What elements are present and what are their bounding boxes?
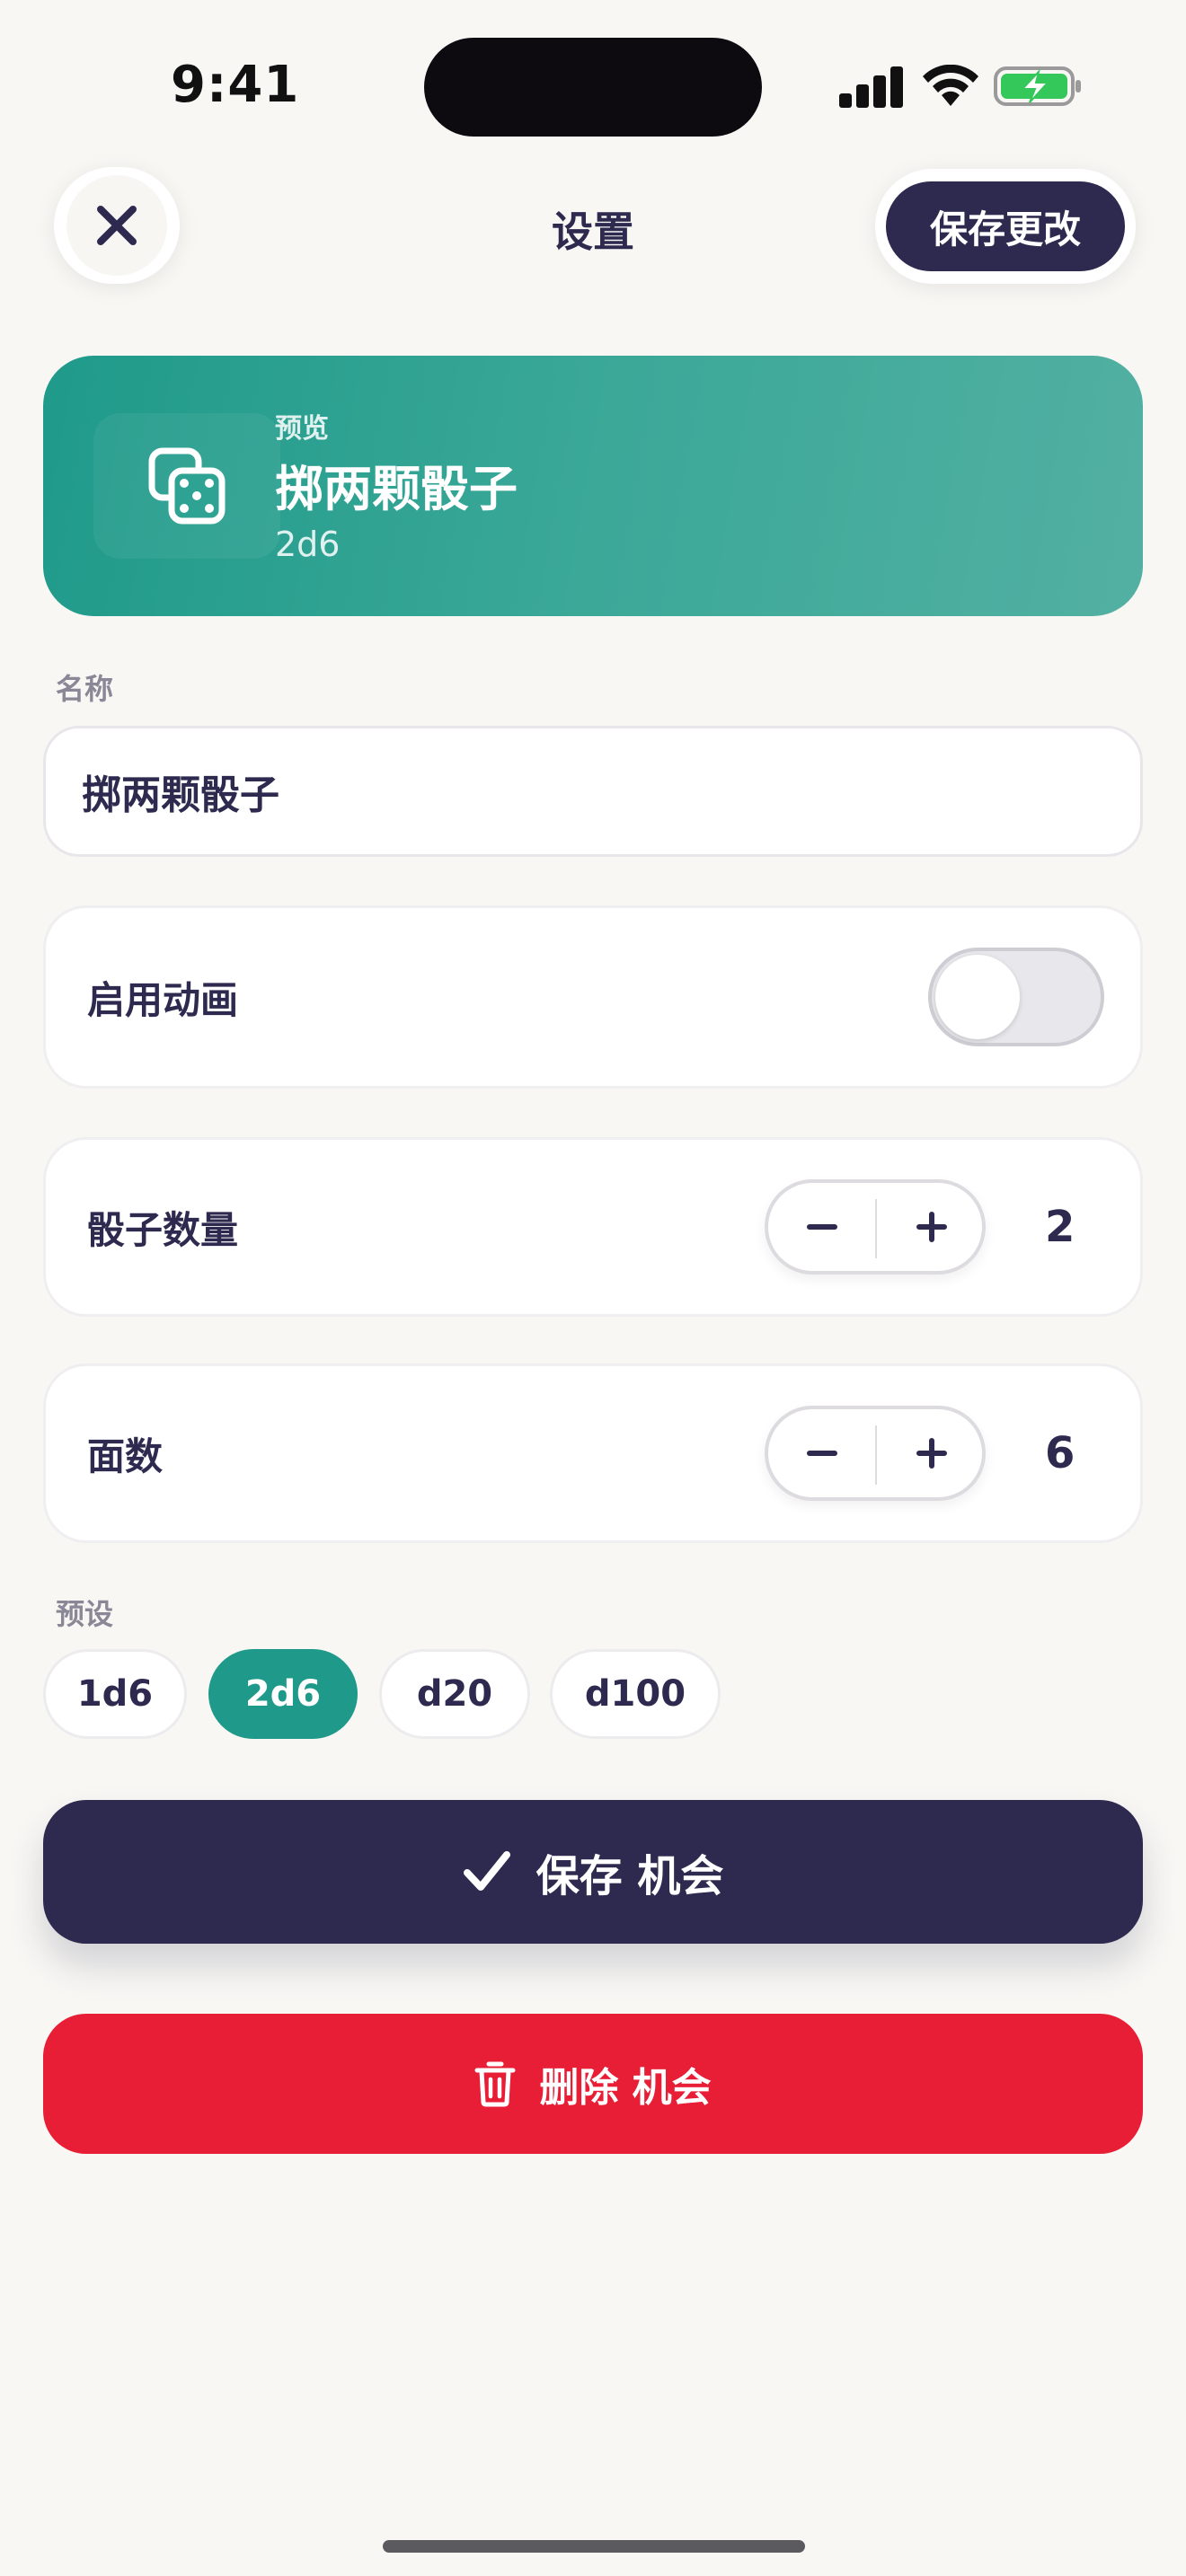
faces-row: 面数 6 (43, 1363, 1143, 1543)
dice-count-decrement-button[interactable] (768, 1183, 876, 1271)
presets-label: 预设 (56, 1597, 114, 1631)
faces-increment-button[interactable] (878, 1409, 986, 1497)
save-changes-label: 保存更改 (886, 181, 1125, 271)
name-label: 名称 (56, 672, 114, 706)
save-chance-button[interactable]: 保存 机会 (43, 1800, 1143, 1944)
toggle-knob (935, 955, 1020, 1039)
preset-1d6[interactable]: 1d6 (43, 1649, 187, 1739)
dice-count-row: 骰子数量 2 (43, 1137, 1143, 1317)
faces-stepper (765, 1406, 986, 1501)
animation-row: 启用动画 (43, 905, 1143, 1089)
plus-icon (916, 1212, 947, 1242)
status-time: 9:41 (171, 56, 300, 114)
trash-icon (474, 2061, 516, 2107)
delete-chance-label: 删除 机会 (539, 2065, 712, 2111)
settings-screen: 9:41 设置 保存更改 预览 掷两颗骰子 2d6 名称 掷两颗骰子 启用动画 … (0, 0, 1186, 2576)
preview-title: 掷两颗骰子 (275, 461, 518, 517)
cellular-signal-icon (839, 65, 903, 108)
minus-icon (807, 1451, 837, 1456)
stepper-divider (875, 1425, 877, 1485)
preview-subtitle: 2d6 (275, 525, 341, 564)
wifi-icon (923, 65, 978, 106)
preview-icon-container (93, 413, 280, 559)
dice-count-label: 骰子数量 (87, 1207, 239, 1252)
animation-label: 启用动画 (87, 977, 239, 1022)
save-changes-button[interactable]: 保存更改 (875, 169, 1136, 284)
animation-toggle[interactable] (928, 948, 1104, 1046)
preview-card: 预览 掷两颗骰子 2d6 (43, 356, 1143, 616)
dice-count-value: 2 (1045, 1202, 1075, 1252)
delete-chance-button[interactable]: 删除 机会 (43, 2014, 1143, 2154)
faces-label: 面数 (87, 1434, 164, 1478)
home-indicator[interactable] (383, 2540, 805, 2553)
name-input[interactable] (43, 726, 1143, 857)
plus-icon (916, 1438, 947, 1469)
preset-d100[interactable]: d100 (550, 1649, 721, 1739)
faces-value: 6 (1045, 1428, 1075, 1478)
dice-icon (148, 447, 226, 525)
status-icons (839, 65, 1082, 108)
preset-2d6[interactable]: 2d6 (208, 1649, 358, 1739)
dynamic-island (424, 38, 762, 137)
dice-count-stepper (765, 1179, 986, 1275)
dice-count-increment-button[interactable] (878, 1183, 986, 1271)
battery-charging-icon (994, 66, 1081, 106)
save-chance-label: 保存 机会 (535, 1851, 724, 1901)
checkmark-icon (463, 1851, 510, 1891)
minus-icon (807, 1224, 837, 1230)
faces-decrement-button[interactable] (768, 1409, 876, 1497)
preview-label: 预览 (275, 413, 329, 445)
stepper-divider (875, 1199, 877, 1258)
preset-d20[interactable]: d20 (379, 1649, 530, 1739)
